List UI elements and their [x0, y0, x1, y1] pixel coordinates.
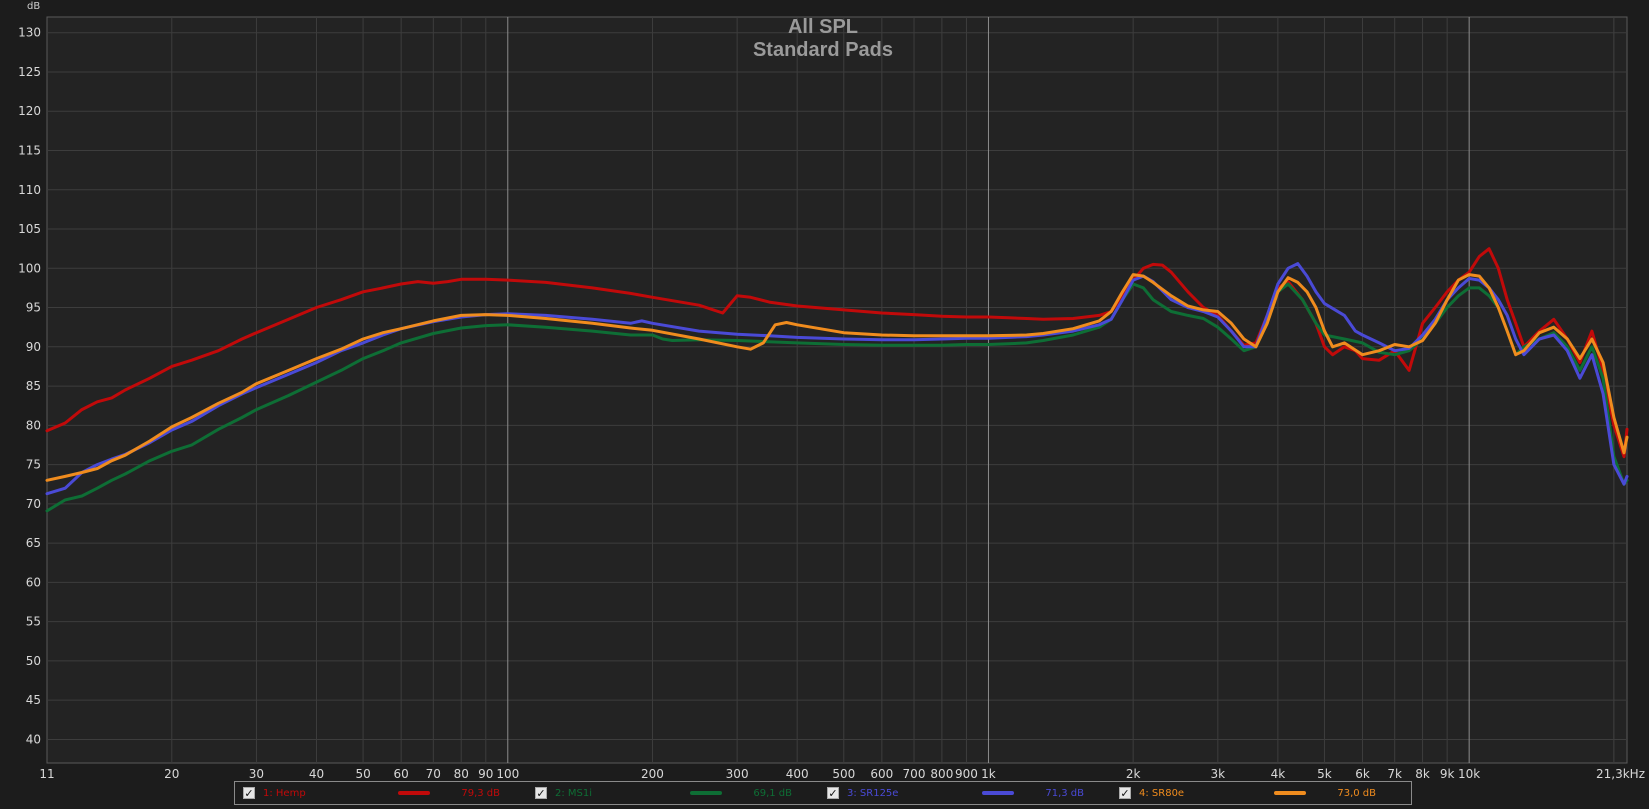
y-tick-label: 45	[26, 693, 41, 707]
chart-root: 130 125 120 115 110 105 100 95 90 85 80 75 70 65 60 55 5…	[0, 0, 1649, 809]
swatch-hemp	[398, 791, 430, 795]
x-tick-label: 2k	[1126, 767, 1141, 781]
x-tick-label: 300	[726, 767, 749, 781]
x-tick-label: 50	[355, 767, 370, 781]
y-axis-unit: dB	[27, 1, 40, 12]
x-tick-label: 4k	[1271, 767, 1286, 781]
x-tick-label: 11	[39, 767, 54, 781]
legend-name-sr80e: 4: SR80e	[1139, 787, 1185, 799]
x-tick-label: 1k	[981, 767, 996, 781]
y-tick-label: 70	[26, 497, 41, 511]
x-tick-label: 100	[496, 767, 519, 781]
legend: ✓ 1: Hemp 79,3 dB ✓ 2: MS1i 69,1 dB ✓ 3:…	[234, 781, 1412, 805]
x-tick-label: 20	[164, 767, 179, 781]
spl-plot: 130 125 120 115 110 105 100 95 90 85 80 75 70 65 60 55 5…	[18, 1, 1645, 781]
y-tick-label: 110	[18, 183, 41, 197]
x-tick-label: 400	[786, 767, 809, 781]
legend-name-hemp: 1: Hemp	[263, 787, 306, 799]
legend-level-sr80e: 73,0 dB	[1337, 787, 1376, 799]
x-tick-label: 6k	[1355, 767, 1370, 781]
chart-title: All SPL	[788, 16, 858, 38]
chart-subtitle: Standard Pads	[753, 39, 893, 61]
x-tick-label: 90	[478, 767, 493, 781]
x-tick-label: 80	[454, 767, 469, 781]
x-tick-label: 40	[309, 767, 324, 781]
legend-level-sr125e: 71,3 dB	[1045, 787, 1084, 799]
y-tick-label: 50	[26, 654, 41, 668]
x-tick-label: 900	[955, 767, 978, 781]
x-tick-label: 7k	[1387, 767, 1402, 781]
x-tick-label: 8k	[1415, 767, 1430, 781]
checkbox-hemp[interactable]: ✓	[243, 787, 255, 800]
x-tick-label: 21,3kHz	[1596, 767, 1645, 781]
x-tick-label: 800	[930, 767, 953, 781]
y-tick-label: 40	[26, 732, 41, 746]
x-tick-label: 3k	[1211, 767, 1226, 781]
x-tick-label: 600	[870, 767, 893, 781]
legend-item-ms1i[interactable]: ✓ 2: MS1i 69,1 dB	[535, 782, 792, 804]
x-tick-label: 70	[426, 767, 441, 781]
legend-level-hemp: 79,3 dB	[461, 787, 500, 799]
swatch-ms1i	[690, 791, 722, 795]
legend-name-sr125e: 3: SR125e	[847, 787, 899, 799]
swatch-sr125e	[982, 791, 1014, 795]
y-tick-label: 100	[18, 261, 41, 275]
y-tick-label: 75	[26, 458, 41, 472]
legend-item-sr125e[interactable]: ✓ 3: SR125e 71,3 dB	[827, 782, 1084, 804]
x-tick-label: 9k	[1440, 767, 1455, 781]
y-tick-label: 120	[18, 104, 41, 118]
checkbox-sr80e[interactable]: ✓	[1119, 787, 1131, 800]
swatch-sr80e	[1274, 791, 1306, 795]
y-tick-label: 60	[26, 575, 41, 589]
y-tick-label: 105	[18, 222, 41, 236]
y-tick-label: 130	[18, 26, 41, 40]
y-tick-label: 115	[18, 143, 41, 157]
legend-level-ms1i: 69,1 dB	[753, 787, 792, 799]
checkbox-ms1i[interactable]: ✓	[535, 787, 547, 800]
legend-item-hemp[interactable]: ✓ 1: Hemp 79,3 dB	[243, 782, 500, 804]
y-tick-label: 80	[26, 418, 41, 432]
plot-area	[46, 16, 1628, 764]
legend-name-ms1i: 2: MS1i	[555, 787, 593, 799]
y-tick-label: 95	[26, 301, 41, 315]
legend-item-sr80e[interactable]: ✓ 4: SR80e 73,0 dB	[1119, 782, 1376, 804]
x-tick-label: 5k	[1317, 767, 1332, 781]
y-tick-label: 55	[26, 615, 41, 629]
x-tick-label: 60	[394, 767, 409, 781]
x-tick-label: 500	[832, 767, 855, 781]
checkbox-sr125e[interactable]: ✓	[827, 787, 839, 800]
y-tick-label: 85	[26, 379, 41, 393]
y-tick-label: 90	[26, 340, 41, 354]
x-tick-label: 30	[249, 767, 264, 781]
x-tick-label: 700	[903, 767, 926, 781]
y-tick-label: 125	[18, 65, 41, 79]
y-tick-label: 65	[26, 536, 41, 550]
x-tick-label: 200	[641, 767, 664, 781]
x-tick-label: 10k	[1458, 767, 1480, 781]
